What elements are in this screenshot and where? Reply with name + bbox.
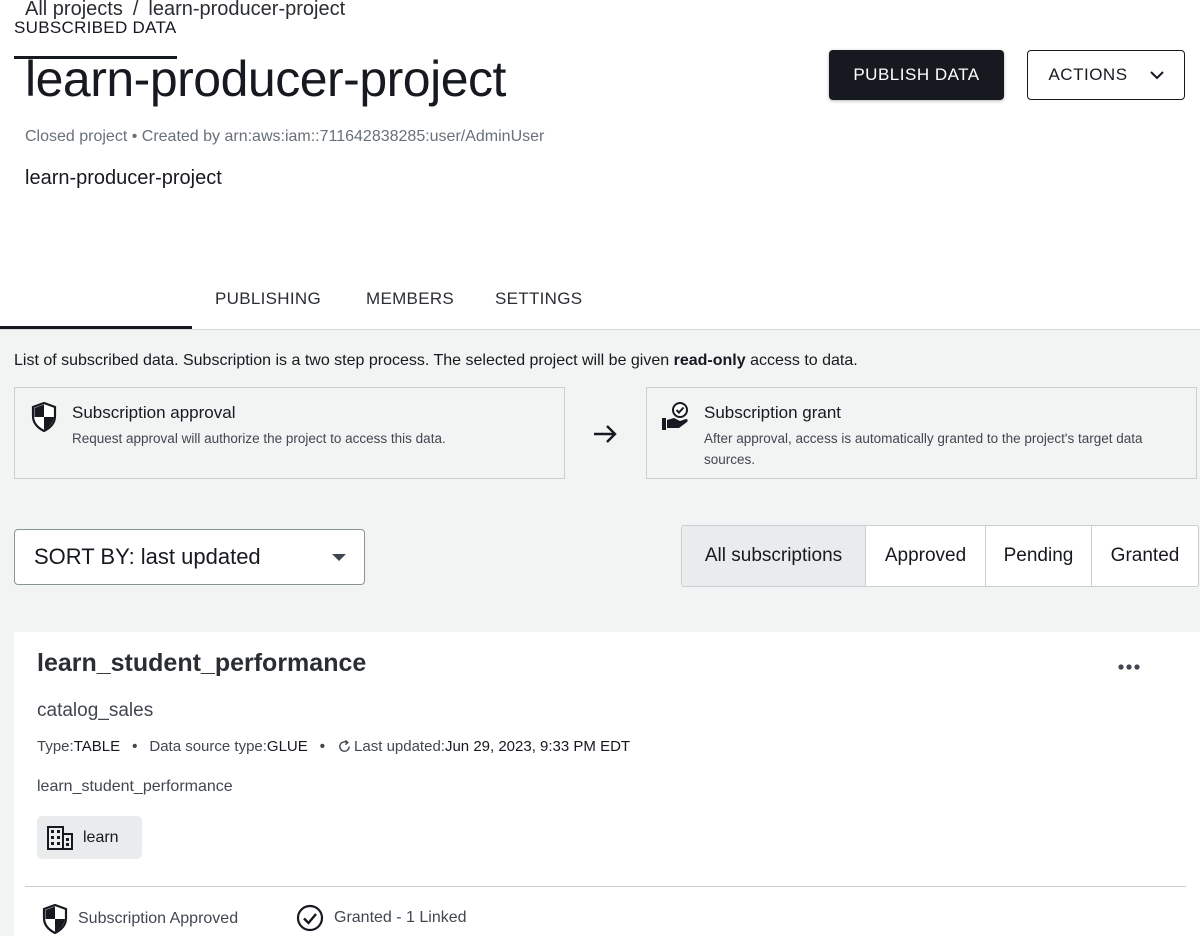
type-label: Type: xyxy=(37,738,74,755)
publish-data-label: PUBLISH DATA xyxy=(853,65,980,84)
shield-icon xyxy=(31,402,57,432)
tab-label: PUBLISHING xyxy=(215,289,321,308)
source-value: GLUE xyxy=(266,738,308,755)
sort-select[interactable]: SORT BY: last updated xyxy=(14,529,365,585)
step-grant-card: Subscription grant After approval, acces… xyxy=(646,387,1197,479)
arrow-right-icon xyxy=(594,425,617,443)
filter-label: All subscriptions xyxy=(704,545,843,566)
tab-label: MEMBERS xyxy=(366,289,455,308)
grant-hand-icon xyxy=(662,402,688,430)
chevron-down-icon xyxy=(1149,70,1164,79)
publish-data-button[interactable]: PUBLISH DATA xyxy=(829,50,1004,100)
bullet-separator: • xyxy=(319,738,326,755)
subscription-title[interactable]: learn_student_performance xyxy=(37,649,366,678)
updated-value: Jun 29, 2023, 9:33 PM EDT xyxy=(444,738,631,755)
step-text: After approval, access is automatically … xyxy=(704,431,1143,467)
filter-label: Granted xyxy=(1110,545,1180,566)
tab-label: SETTINGS xyxy=(495,289,583,308)
breadcrumb-current: learn-producer-project xyxy=(148,0,346,20)
step-title: Subscription approval xyxy=(72,403,236,422)
check-circle-icon xyxy=(296,904,324,932)
tab-settings[interactable]: SETTINGS xyxy=(495,270,582,328)
filter-all-subscriptions[interactable]: All subscriptions xyxy=(682,526,865,586)
subscription-filter-group: All subscriptions Approved Pending Grant… xyxy=(681,525,1199,587)
subscription-card: learn_student_performance catalog_sales … xyxy=(14,632,1200,936)
filter-label: Approved xyxy=(884,545,967,566)
card-divider xyxy=(25,886,1186,887)
asset-properties: Type: TABLE • Data source type: GLUE • Las… xyxy=(37,738,630,755)
filter-pending[interactable]: Pending xyxy=(985,526,1091,586)
asset-description: learn_student_performance xyxy=(37,778,233,795)
intro-text: List of subscribed data. Subscription is… xyxy=(14,352,858,370)
shield-icon xyxy=(42,904,68,934)
source-label: Data source type: xyxy=(149,738,267,755)
step-text: Request approval will authorize the proj… xyxy=(72,431,446,446)
intro-before: List of subscribed data. Subscription is… xyxy=(14,352,674,369)
updated-label: Last updated: xyxy=(354,738,445,755)
refresh-icon xyxy=(339,739,350,752)
project-description: learn-producer-project xyxy=(25,167,222,189)
asset-name: catalog_sales xyxy=(37,700,154,721)
filter-approved[interactable]: Approved xyxy=(865,526,985,586)
project-tag[interactable]: learn xyxy=(37,816,142,859)
grant-status-label: Granted - 1 Linked xyxy=(334,909,467,926)
step-title: Subscription grant xyxy=(704,403,842,422)
project-meta: Closed project • Created by arn:aws:iam:… xyxy=(25,128,545,145)
actions-dropdown-button[interactable]: ACTIONS xyxy=(1027,50,1185,100)
caret-down-icon xyxy=(332,554,346,561)
grant-status: Granted - 1 Linked xyxy=(296,904,467,932)
tab-subscribed-data[interactable]: SUBSCRIBED DATA xyxy=(14,0,177,59)
tab-publishing[interactable]: PUBLISHING xyxy=(215,270,321,328)
filter-granted[interactable]: Granted xyxy=(1091,526,1198,586)
intro-bold: read-only xyxy=(673,352,746,369)
intro-after: access to data. xyxy=(745,352,858,369)
actions-label: ACTIONS xyxy=(1048,65,1128,84)
filter-label: Pending xyxy=(1003,545,1074,566)
approval-status-label: Subscription Approved xyxy=(78,910,239,927)
sort-select-value: SORT BY: last updated xyxy=(34,544,261,569)
type-value: TABLE xyxy=(73,738,121,755)
tab-divider xyxy=(0,329,1200,330)
bullet-separator: • xyxy=(132,738,138,755)
tab-members[interactable]: MEMBERS xyxy=(366,270,454,328)
step-approval-card: Subscription approval Request approval w… xyxy=(14,387,565,479)
project-tag-label: learn xyxy=(83,828,119,846)
approval-status: Subscription Approved xyxy=(42,904,238,934)
more-options-icon[interactable] xyxy=(1114,657,1144,677)
building-icon xyxy=(47,825,73,850)
tab-label: SUBSCRIBED DATA xyxy=(14,18,177,37)
page-header: All projects / learn-producer-project lear… xyxy=(0,0,1200,330)
